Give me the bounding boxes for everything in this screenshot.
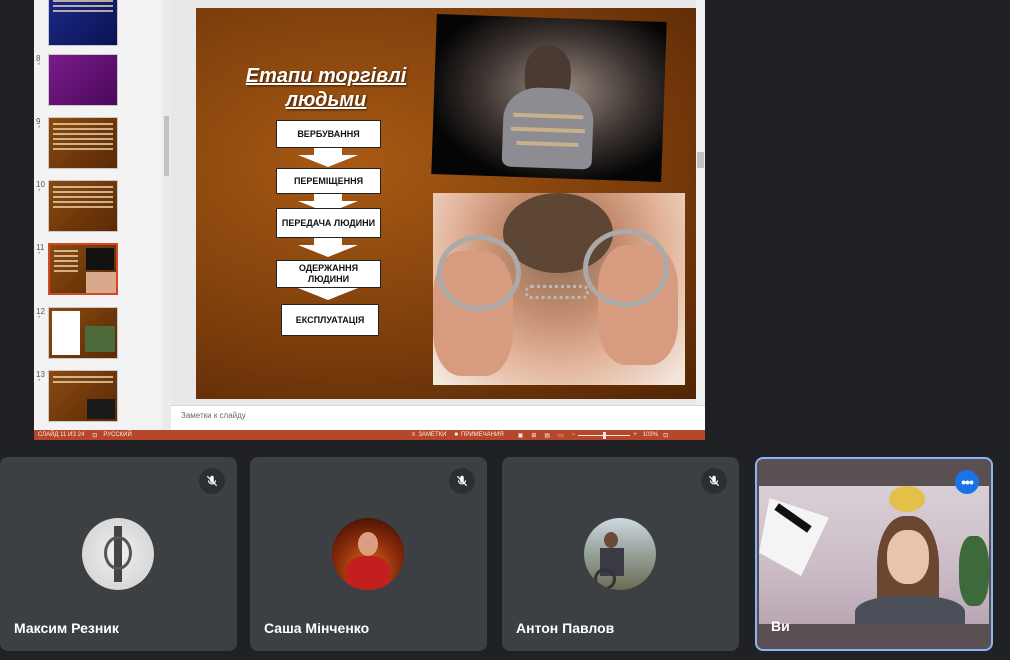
participant-tile[interactable]: Максим Резник (0, 457, 237, 651)
thumbnail-slide-12[interactable]: 12 * (34, 307, 162, 365)
flow-arrow (298, 245, 358, 257)
thumbnail-slide-9[interactable]: 9 * (34, 117, 162, 175)
participant-name: Максим Резник (14, 620, 119, 636)
zoom-out-icon[interactable]: − (572, 432, 576, 438)
thumbnail-number: 10 (36, 180, 45, 189)
thumbnail-scrollbar[interactable] (162, 0, 171, 430)
stage-box-transfer: ПЕРЕДАЧА ЛЮДИНИ (276, 208, 381, 238)
bound-girl-image (431, 14, 667, 182)
thumbnail-slide-11[interactable]: 11 * (34, 243, 162, 301)
thumbnail-image (48, 180, 118, 232)
thumbnail-slide-13[interactable]: 13 * (34, 370, 162, 428)
animation-icon: * (38, 63, 41, 69)
animation-icon: * (38, 252, 41, 258)
fit-slide-icon[interactable]: ⊡ (663, 432, 668, 439)
thumbnail-image (48, 0, 118, 46)
avatar (584, 518, 656, 590)
participant-tile[interactable]: Саша Мінченко (250, 457, 487, 651)
zoom-slider[interactable] (578, 431, 631, 439)
butterfly-decoration (759, 498, 829, 576)
thumbnail-slide-10[interactable]: 10 * (34, 180, 162, 238)
avatar (82, 518, 154, 590)
thumbnail-image (48, 243, 118, 295)
thumbnail-image (48, 370, 118, 422)
zoom-slider-handle[interactable] (603, 431, 607, 439)
zoom-level[interactable]: 103% (643, 432, 658, 438)
more-options-button[interactable]: ••• (955, 470, 979, 494)
thumbnail-number: 12 (36, 307, 45, 316)
comments-icon[interactable]: ■ (454, 432, 458, 438)
slide-editing-area: Етапи торгівлі людьми ВЕРБУВАННЯ ПЕРЕМІЩ… (171, 0, 705, 405)
self-video-tile[interactable]: ••• Ви (755, 457, 993, 651)
spellcheck-icon[interactable]: ⊡ (92, 432, 97, 439)
reading-view-icon[interactable]: ▤ (544, 432, 550, 439)
current-slide: Етапи торгівлі людьми ВЕРБУВАННЯ ПЕРЕМІЩ… (196, 8, 705, 399)
mic-off-icon (199, 468, 225, 494)
notes-pane[interactable]: Заметки к слайду (171, 405, 705, 430)
thumbnail-number: 13 (36, 370, 45, 379)
zoom-in-icon[interactable]: + (633, 432, 637, 438)
self-name: Ви (771, 618, 790, 634)
animation-icon: * (38, 379, 41, 385)
thumbnail-number: 11 (36, 243, 45, 252)
slide-counter: СЛАЙД 11 ИЗ 24 (38, 432, 85, 438)
stage-box-exploitation: ЕКСПЛУАТАЦІЯ (281, 304, 379, 336)
participant-name: Саша Мінченко (264, 620, 370, 636)
stage-box-recruitment: ВЕРБУВАННЯ (276, 120, 381, 148)
normal-view-icon[interactable]: ▣ (518, 432, 524, 439)
thumbnail-slide-7[interactable] (34, 0, 162, 52)
slide-sorter-icon[interactable]: ⊞ (531, 432, 536, 439)
thumbnail-image (48, 307, 118, 359)
thumbnail-slide-8[interactable]: 8 * (34, 54, 162, 112)
slide-scrollbar[interactable] (696, 0, 705, 405)
participant-name: Антон Павлов (516, 620, 615, 636)
slideshow-icon[interactable]: ▭ (558, 432, 564, 439)
language-indicator[interactable]: РУССКИЙ (103, 432, 131, 438)
animation-icon: * (38, 316, 41, 322)
participant-tile[interactable]: Антон Павлов (502, 457, 739, 651)
flow-arrow (298, 155, 358, 167)
avatar (332, 518, 404, 590)
flow-arrow (298, 288, 358, 300)
status-bar: СЛАЙД 11 ИЗ 24 ⊡ РУССКИЙ ≡ ЗАМЕТКИ ■ ПРИ… (34, 430, 705, 440)
slide-thumbnail-panel[interactable]: 8 * 9 * 10 * 11 * 12 * 13 * (34, 0, 171, 430)
slide-title: Етапи торгівлі людьми (245, 65, 407, 111)
thumbnail-image (48, 117, 118, 169)
shared-presentation-window: 8 * 9 * 10 * 11 * 12 * 13 * Етапи торгів… (34, 0, 705, 440)
animation-icon: * (38, 126, 41, 132)
notes-button[interactable]: ЗАМЕТКИ (418, 432, 446, 438)
handcuffed-hands-image (433, 193, 685, 385)
self-video (759, 486, 989, 624)
mic-off-icon (449, 468, 475, 494)
mic-off-icon (701, 468, 727, 494)
thumbnail-number: 8 (36, 54, 41, 63)
comments-button[interactable]: ПРИМЕЧАНИЯ (461, 432, 504, 438)
stage-box-receipt: ОДЕРЖАННЯ ЛЮДИНИ (276, 260, 381, 288)
animation-icon: * (38, 189, 41, 195)
thumbnail-image (48, 54, 118, 106)
thumbnail-number: 9 (36, 117, 41, 126)
stage-box-transportation: ПЕРЕМІЩЕННЯ (276, 168, 381, 194)
notes-icon[interactable]: ≡ (412, 432, 416, 438)
